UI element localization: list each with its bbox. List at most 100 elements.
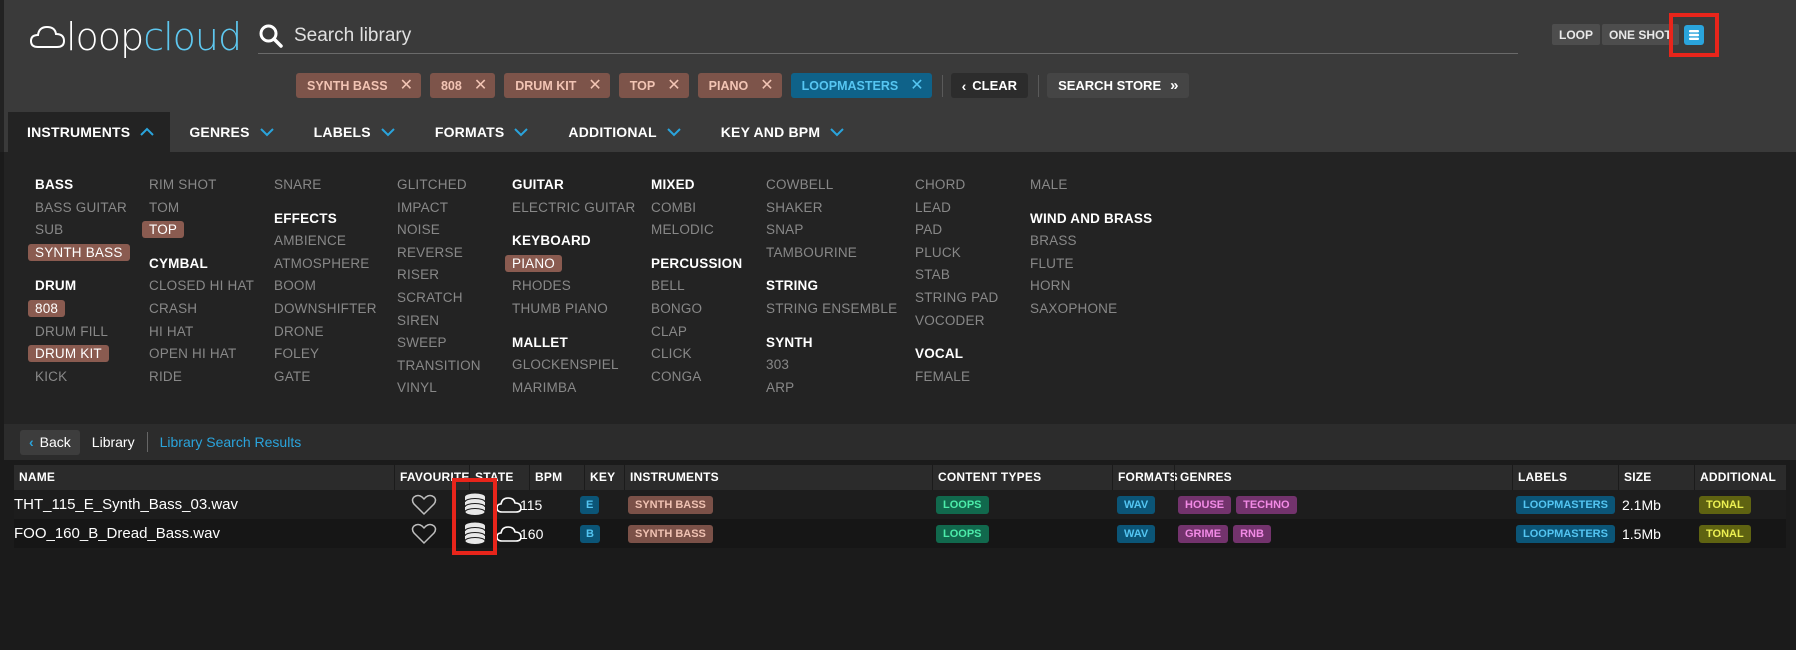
tab-additional[interactable]: ADDITIONAL — [544, 112, 696, 152]
instrument-option[interactable]: FOLEY — [274, 343, 377, 366]
genre-tag[interactable]: RNB — [1233, 524, 1271, 543]
instrument-tag[interactable]: SYNTH BASS — [628, 495, 713, 514]
tab-formats[interactable]: FORMATS — [411, 112, 545, 152]
format-tag[interactable]: WAV — [1117, 524, 1156, 543]
tab-labels[interactable]: LABELS — [290, 112, 411, 152]
instrument-category[interactable]: PERCUSSION — [651, 253, 742, 276]
column-header-size[interactable]: SIZE — [1618, 465, 1694, 490]
filter-chip-drum-kit[interactable]: DRUM KIT ✕ — [504, 73, 610, 98]
instrument-option[interactable]: TOP — [142, 221, 185, 239]
instrument-option[interactable]: OPEN HI HAT — [149, 343, 254, 366]
instrument-option[interactable]: GATE — [274, 366, 377, 389]
instrument-option[interactable]: SCRATCH — [397, 287, 481, 310]
instrument-option[interactable]: KICK — [35, 366, 130, 389]
cloud-icon[interactable] — [496, 519, 522, 548]
instrument-option[interactable]: ATMOSPHERE — [274, 253, 377, 276]
column-header-name[interactable]: NAME — [14, 465, 394, 490]
heart-icon[interactable] — [411, 490, 437, 519]
instrument-option[interactable]: TAMBOURINE — [766, 242, 897, 265]
instrument-option[interactable]: LEAD — [915, 197, 999, 220]
instrument-option[interactable]: ARP — [766, 377, 897, 400]
instrument-option[interactable]: BOOM — [274, 275, 377, 298]
instrument-option[interactable]: SAXOPHONE — [1030, 298, 1152, 321]
heart-icon[interactable] — [411, 519, 437, 548]
column-header-labels[interactable]: LABELS — [1512, 465, 1618, 490]
instrument-option[interactable]: COWBELL — [766, 174, 897, 197]
instrument-category[interactable]: SYNTH — [766, 332, 897, 355]
instrument-option[interactable]: BASS GUITAR — [35, 197, 130, 220]
column-header-key[interactable]: KEY — [584, 465, 624, 490]
loop-filter-button[interactable]: LOOP — [1552, 24, 1601, 45]
instrument-option[interactable]: CLAP — [651, 321, 742, 344]
close-icon[interactable]: ✕ — [588, 77, 601, 94]
loopcloud-logo[interactable]: loop cloud — [30, 14, 242, 60]
instrument-tag[interactable]: SYNTH BASS — [628, 524, 713, 543]
instrument-option[interactable]: BELL — [651, 275, 742, 298]
close-icon[interactable]: ✕ — [667, 77, 680, 94]
format-tag[interactable]: WAV — [1117, 495, 1156, 514]
instrument-option[interactable]: PIANO — [505, 254, 563, 272]
column-header-genres[interactable]: GENRES — [1174, 465, 1512, 490]
column-header-formats[interactable]: FORMATS — [1112, 465, 1178, 490]
instrument-option[interactable]: FEMALE — [915, 366, 999, 389]
instrument-option[interactable]: VINYL — [397, 377, 481, 400]
file-name[interactable]: FOO_160_B_Dread_Bass.wav — [14, 519, 220, 548]
instrument-option[interactable]: TRANSITION — [397, 355, 481, 378]
additional-tag[interactable]: TONAL — [1699, 495, 1751, 514]
instrument-option[interactable]: IMPACT — [397, 197, 481, 220]
close-icon[interactable]: ✕ — [474, 77, 487, 94]
instrument-option[interactable]: DRONE — [274, 321, 377, 344]
close-icon[interactable]: ✕ — [910, 77, 923, 94]
instrument-option[interactable]: GLOCKENSPIEL — [512, 354, 636, 377]
instrument-option[interactable]: SNARE — [274, 174, 377, 197]
search-input[interactable] — [294, 24, 1094, 47]
instrument-option[interactable]: MARIMBA — [512, 377, 636, 400]
instrument-option[interactable]: FLUTE — [1030, 253, 1152, 276]
instrument-option[interactable]: DRUM KIT — [28, 345, 109, 363]
instrument-option[interactable]: BONGO — [651, 298, 742, 321]
instrument-option[interactable]: ELECTRIC GUITAR — [512, 197, 636, 220]
filter-chip-loopmasters[interactable]: LOOPMASTERS ✕ — [790, 73, 932, 98]
column-header-instruments[interactable]: INSTRUMENTS — [624, 465, 932, 490]
instrument-option[interactable]: RHODES — [512, 275, 636, 298]
instrument-option[interactable]: 808 — [28, 299, 66, 317]
search-icon[interactable] — [258, 23, 284, 49]
instrument-option[interactable]: CHORD — [915, 174, 999, 197]
instrument-option[interactable]: DOWNSHIFTER — [274, 298, 377, 321]
breadcrumb-current[interactable]: Library Search Results — [160, 434, 302, 450]
view-toggle-button[interactable] — [1669, 13, 1719, 57]
filter-chip-piano[interactable]: PIANO ✕ — [697, 73, 782, 98]
filter-chip-synth-bass[interactable]: SYNTH BASS ✕ — [296, 73, 421, 98]
column-header-bpm[interactable]: BPM — [529, 465, 584, 490]
label-tag[interactable]: LOOPMASTERS — [1516, 524, 1615, 543]
instrument-category[interactable]: VOCAL — [915, 343, 999, 366]
instrument-option[interactable]: GLITCHED — [397, 174, 481, 197]
table-row[interactable]: THT_115_E_Synth_Bass_03.wav 115 E SYNTH … — [14, 490, 1786, 519]
instrument-option[interactable]: SIREN — [397, 310, 481, 333]
additional-tag[interactable]: TONAL — [1699, 524, 1751, 543]
instrument-option[interactable]: STRING ENSEMBLE — [766, 298, 897, 321]
instrument-option[interactable]: 303 — [766, 354, 897, 377]
instrument-option[interactable]: CRASH — [149, 298, 254, 321]
instrument-option[interactable]: RIDE — [149, 366, 254, 389]
instrument-category[interactable]: CYMBAL — [149, 253, 254, 276]
cloud-icon[interactable] — [496, 490, 522, 519]
tab-genres[interactable]: GENRES — [170, 112, 289, 152]
instrument-option[interactable]: MALE — [1030, 174, 1152, 197]
instrument-category[interactable]: BASS — [35, 174, 130, 197]
instrument-option[interactable]: SUB — [35, 219, 130, 242]
file-name[interactable]: THT_115_E_Synth_Bass_03.wav — [14, 490, 238, 519]
label-tag[interactable]: LOOPMASTERS — [1516, 495, 1615, 514]
instrument-option[interactable]: AMBIENCE — [274, 230, 377, 253]
instrument-option[interactable]: THUMB PIANO — [512, 298, 636, 321]
instrument-option[interactable]: NOISE — [397, 219, 481, 242]
instrument-category[interactable]: STRING — [766, 275, 897, 298]
instrument-option[interactable]: SHAKER — [766, 197, 897, 220]
instrument-option[interactable]: RISER — [397, 264, 481, 287]
instrument-category[interactable]: KEYBOARD — [512, 230, 636, 253]
instrument-option[interactable]: SWEEP — [397, 332, 481, 355]
instrument-option[interactable]: STAB — [915, 264, 999, 287]
tab-key-and-bpm[interactable]: KEY AND BPM — [697, 112, 860, 152]
clear-filters-button[interactable]: ‹ CLEAR — [950, 73, 1029, 98]
back-button[interactable]: ‹ Back — [20, 429, 80, 455]
